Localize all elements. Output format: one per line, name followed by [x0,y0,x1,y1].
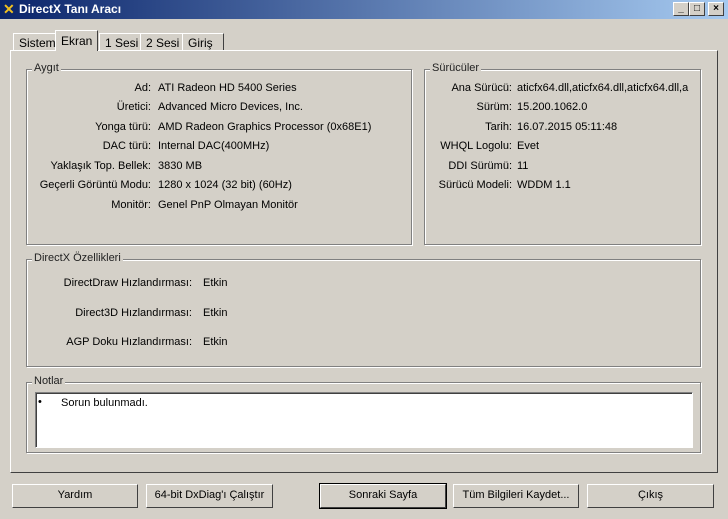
title-bar: ✕ DirectX Tanı Aracı _ □ × [0,0,728,19]
chip-type-label: Yonga türü: [95,121,151,133]
window-title: DirectX Tanı Aracı [19,2,122,16]
notes-group-title: Notlar [32,375,66,387]
directdraw-label: DirectDraw Hızlandırması: [63,277,192,289]
whql-value: Evet [517,140,540,152]
exit-button[interactable]: Çıkış [587,484,714,508]
drivers-group: Sürücüler [424,62,701,245]
direct3d-label: Direct3D Hızlandırması: [75,307,192,319]
dac-type-label: DAC türü: [102,140,151,152]
whql-label: WHQL Logolu: [440,140,512,152]
date-value: 16.07.2015 05:11:48 [517,121,618,133]
agp-value: Etkin [203,336,228,348]
note-item: Sorun bulunmadı. [61,397,148,409]
notes-box[interactable]: • Sorun bulunmadı. [35,392,693,448]
device-name-value: ATI Radeon HD 5400 Series [158,82,297,94]
memory-label: Yaklaşık Top. Bellek: [50,160,151,172]
minimize-button[interactable]: _ [673,2,689,16]
next-page-button[interactable]: Sonraki Sayfa [319,483,447,509]
device-group: Aygıt [26,62,412,245]
main-driver-label: Ana Sürücü: [451,82,512,94]
driver-model-value: WDDM 1.1 [517,179,571,191]
memory-value: 3830 MB [158,160,203,172]
save-all-info-button[interactable]: Tüm Bilgileri Kaydet... [453,484,579,508]
manufacturer-label: Üretici: [116,101,151,113]
monitor-label: Monitör: [111,199,151,211]
direct3d-value: Etkin [203,307,228,319]
display-mode-label: Geçerli Görüntü Modu: [39,179,151,191]
agp-label: AGP Doku Hızlandırması: [66,336,192,348]
device-name-label: Ad: [134,82,151,94]
features-group-title: DirectX Özellikleri [32,252,123,264]
directdraw-value: Etkin [203,277,228,289]
driver-model-label: Sürücü Modeli: [438,179,512,191]
dac-type-value: Internal DAC(400MHz) [158,140,270,152]
device-group-title: Aygıt [32,62,61,74]
ddi-version-label: DDI Sürümü: [448,160,512,172]
tab-ekran[interactable]: Ekran [55,30,99,51]
tab-1-sesi[interactable]: 1 Sesi [99,33,145,50]
run-64bit-dxdiag-button[interactable]: 64-bit DxDiag'ı Çalıştır [146,484,273,508]
close-button[interactable]: × [708,2,724,16]
drivers-group-title: Sürücüler [430,62,482,74]
tab-giris[interactable]: Giriş [182,33,224,50]
manufacturer-value: Advanced Micro Devices, Inc. [158,101,303,113]
tab-2-sesi[interactable]: 2 Sesi [140,33,186,50]
main-driver-value: aticfx64.dll,aticfx64.dll,aticfx64.dll,a [517,82,689,94]
version-value: 15.200.1062.0 [517,101,588,113]
date-label: Tarih: [485,121,512,133]
ddi-version-value: 11 [517,160,529,172]
directx-app-icon: ✕ [3,1,15,17]
monitor-value: Genel PnP Olmayan Monitör [158,199,298,211]
bullet-icon: • [38,396,42,408]
maximize-button[interactable]: □ [689,2,705,16]
chip-type-value: AMD Radeon Graphics Processor (0x68E1) [158,121,372,133]
display-mode-value: 1280 x 1024 (32 bit) (60Hz) [158,179,292,191]
version-label: Sürüm: [476,101,512,113]
help-button[interactable]: Yardım [12,484,138,508]
